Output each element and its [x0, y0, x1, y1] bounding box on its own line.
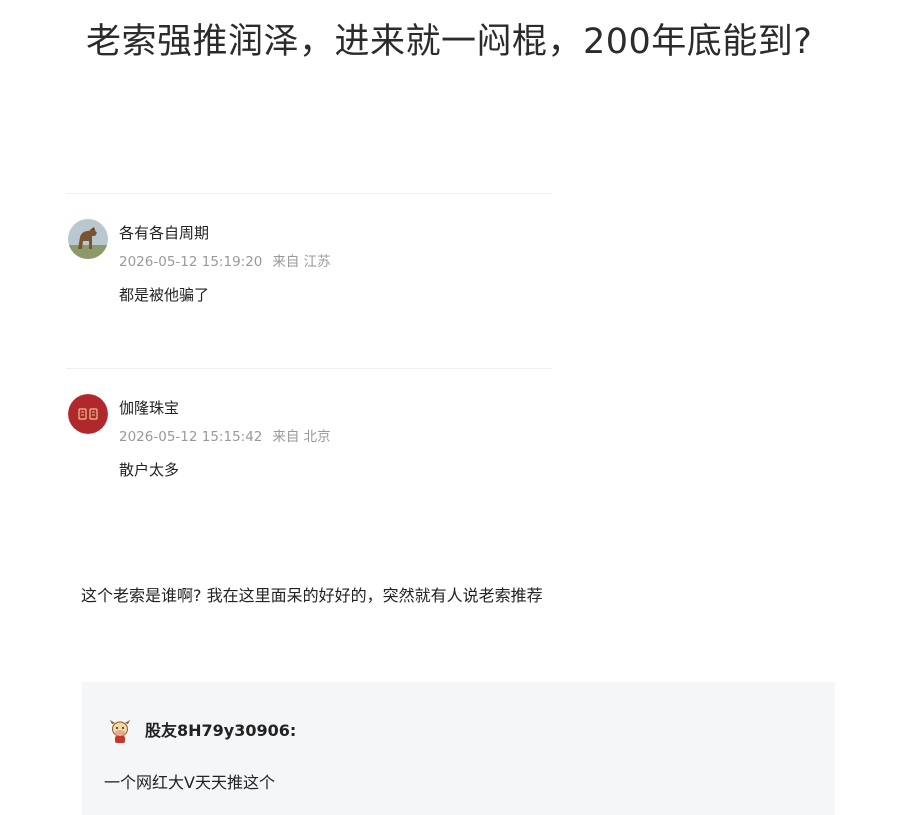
comment-text: 都是被他骗了 [119, 286, 210, 304]
horse-photo-avatar-icon[interactable] [68, 219, 108, 259]
quote-username[interactable]: 股友8H79y30906: [145, 717, 296, 741]
comment-divider [66, 193, 552, 194]
comment-source: 来自 北京 [272, 429, 331, 445]
comment-divider [66, 368, 552, 369]
jewelry-logo-avatar-icon[interactable] [68, 394, 108, 434]
cow-avatar-icon[interactable] [109, 718, 131, 744]
comment-item: 伽隆珠宝 2026-05-12 15:15:42 来自 北京 散户太多 [66, 394, 552, 494]
quoted-reply: 股友8H79y30906: 一个网红大V天天推这个 [82, 682, 835, 815]
comment-source: 来自 江苏 [272, 254, 331, 270]
comment-meta: 2026-05-12 15:15:42 来自 北京 [119, 425, 331, 445]
post-title: 老索强推润泽，进来就一闷棍，200年底能到? [86, 22, 813, 62]
comment-item: 各有各自周期 2026-05-12 15:19:20 来自 江苏 都是被他骗了 [66, 219, 552, 319]
comment-timestamp: 2026-05-12 15:19:20 [119, 254, 263, 270]
quote-text: 一个网红大V天天推这个 [104, 773, 275, 792]
comment-meta: 2026-05-12 15:19:20 来自 江苏 [119, 250, 331, 270]
comment-username[interactable]: 伽隆珠宝 [119, 397, 179, 418]
comment-username[interactable]: 各有各自周期 [119, 222, 209, 243]
post-body-text: 这个老索是谁啊? 我在这里面呆的好好的，突然就有人说老索推荐 [81, 586, 543, 605]
comment-timestamp: 2026-05-12 15:15:42 [119, 429, 263, 445]
comment-text: 散户太多 [119, 461, 180, 479]
